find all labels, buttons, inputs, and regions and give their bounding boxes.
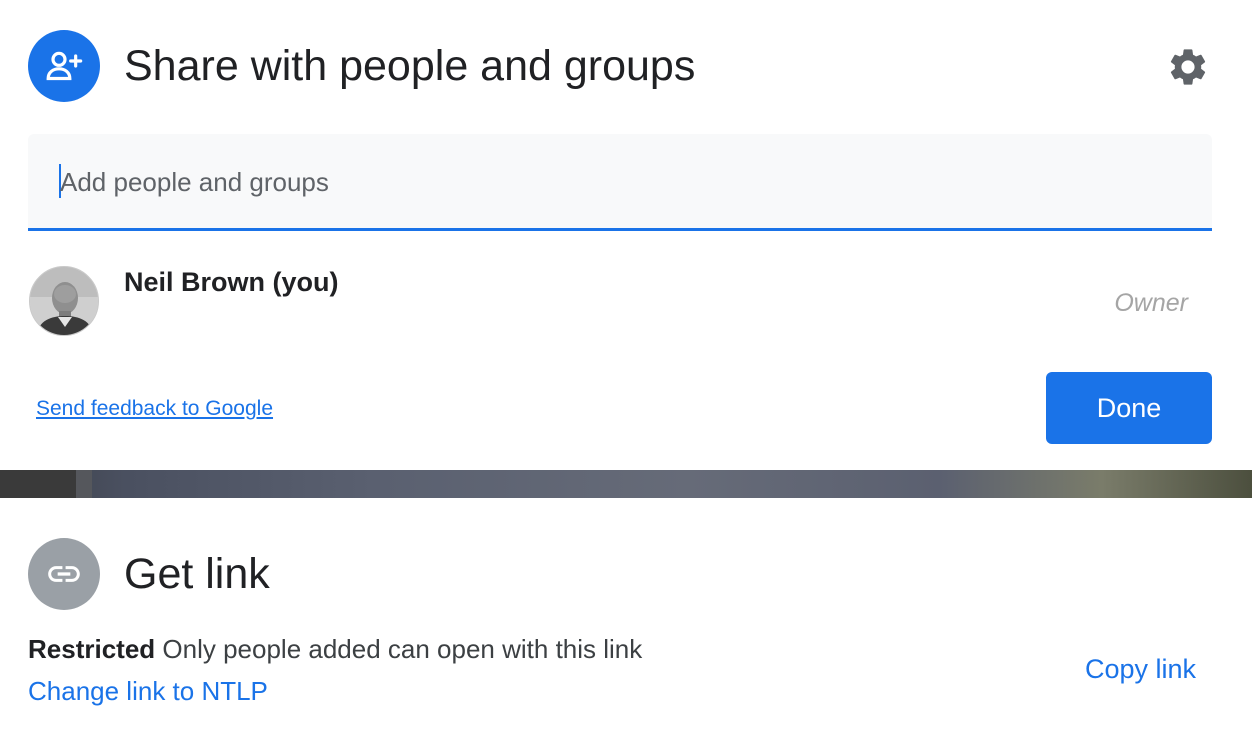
gear-icon (1170, 49, 1206, 85)
done-button[interactable]: Done (1046, 372, 1212, 444)
settings-button[interactable] (1164, 43, 1212, 91)
share-dialog: Share with people and groups Neil Brown … (0, 0, 1252, 470)
get-link-panel: Get link Restricted Only people added ca… (0, 498, 1252, 734)
add-people-field (28, 134, 1212, 231)
change-link-button[interactable]: Change link to NTLP (28, 674, 268, 708)
person-add-icon (28, 30, 100, 102)
avatar (29, 266, 99, 336)
copy-link-button[interactable]: Copy link (1085, 652, 1196, 686)
send-feedback-link[interactable]: Send feedback to Google (36, 395, 273, 423)
person-role: Owner (1114, 289, 1188, 317)
restriction-label: Restricted (28, 634, 156, 664)
link-restriction: Restricted Only people added can open wi… (28, 632, 642, 666)
get-link-title: Get link (124, 550, 270, 598)
link-icon (28, 538, 100, 610)
restriction-description: Only people added can open with this lin… (162, 634, 643, 664)
person-name: Neil Brown (you) (124, 267, 339, 297)
dialog-title: Share with people and groups (124, 42, 696, 90)
add-people-input[interactable] (60, 162, 1180, 202)
background-map-strip (0, 470, 1252, 498)
